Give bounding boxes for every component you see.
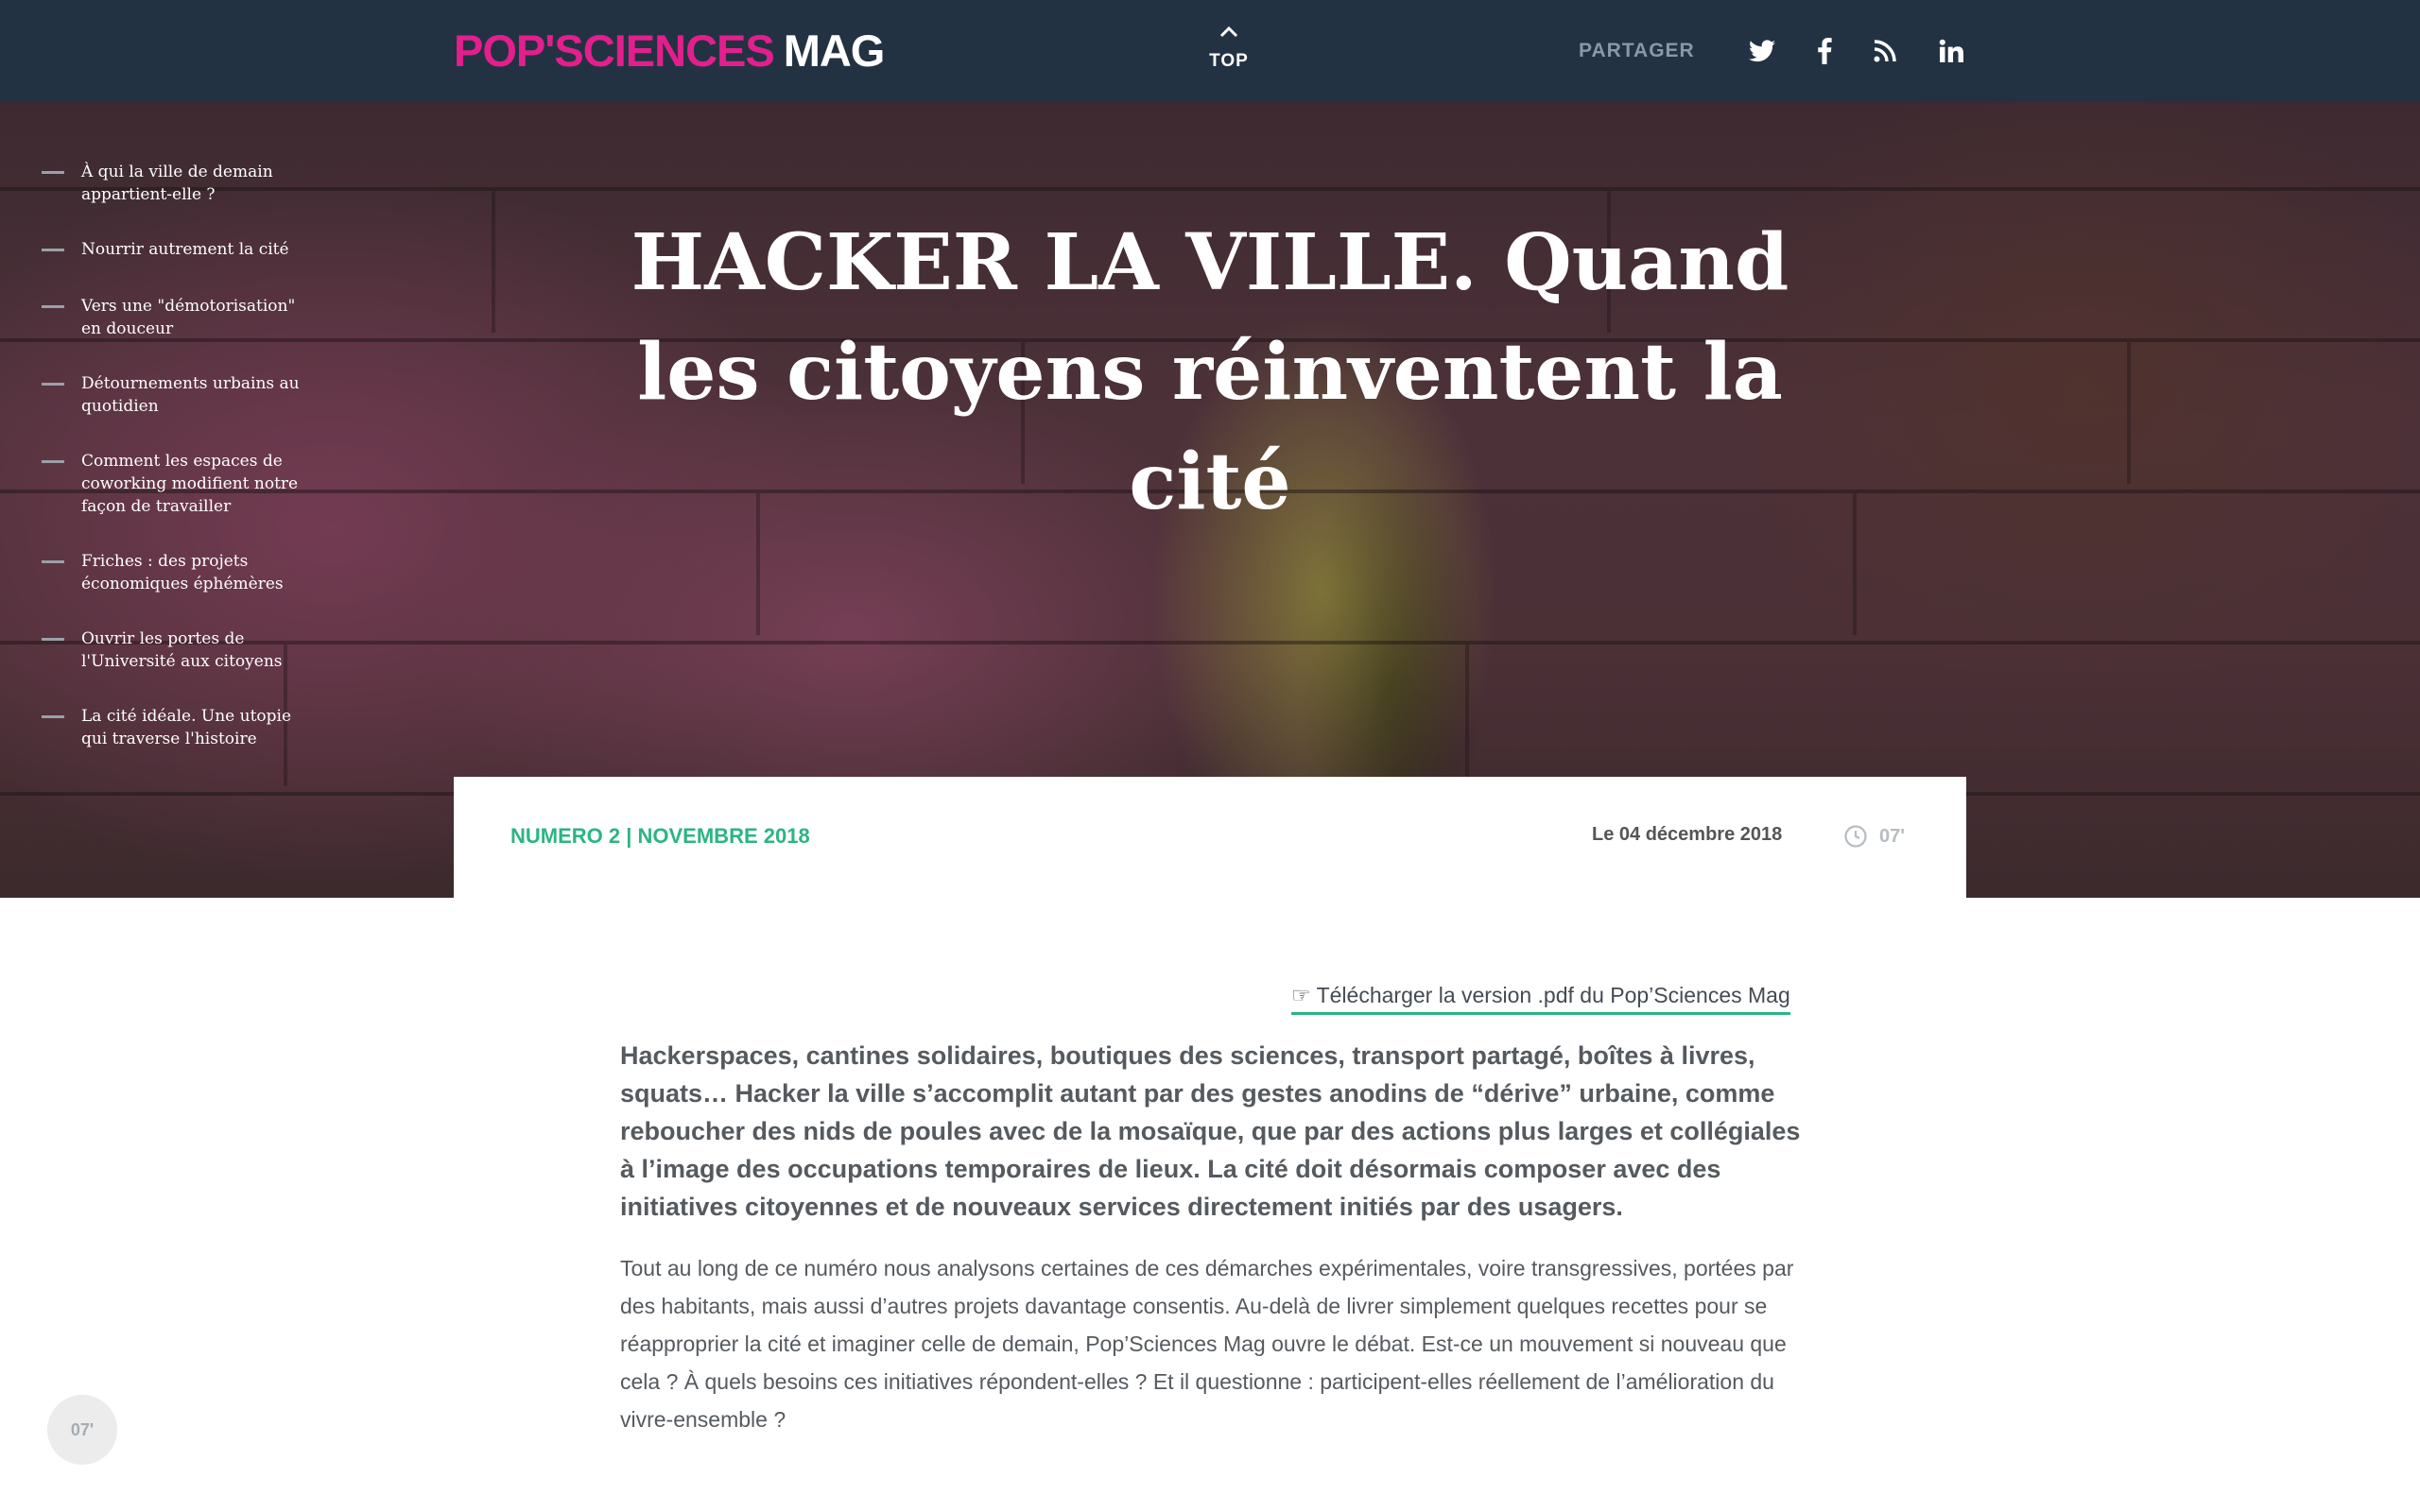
issue-label: NUMERO 2 | NOVEMBRE 2018 xyxy=(510,824,810,848)
top-navigation-bar: POP'SCIENCES MAG TOP PARTAGER xyxy=(0,0,2420,102)
share-label: PARTAGER xyxy=(1579,40,1695,61)
reading-time: 07' xyxy=(1879,826,1906,847)
article-meta-card: NUMERO 2 | NOVEMBRE 2018 Le 04 décembre … xyxy=(454,777,1966,898)
toc-item-label: Friches : des projets économiques éphémè… xyxy=(81,552,284,593)
site-logo[interactable]: POP'SCIENCES MAG xyxy=(454,25,886,77)
toc-item[interactable]: Comment les espaces de coworking modifie… xyxy=(42,450,306,518)
toc-item-label: À qui la ville de demain appartient-elle… xyxy=(81,163,273,204)
twitter-share-button[interactable] xyxy=(1745,34,1779,68)
dash-icon xyxy=(42,560,64,563)
hero-texture-joint xyxy=(1853,493,1857,635)
hero-texture-line xyxy=(0,187,2420,191)
toc-item-label: Vers une "démotorisation" en douceur xyxy=(81,297,296,338)
facebook-icon xyxy=(1817,38,1832,64)
twitter-icon xyxy=(1749,40,1775,62)
toc-item-label: Comment les espaces de coworking modifie… xyxy=(81,452,299,516)
table-of-contents: À qui la ville de demain appartient-elle… xyxy=(42,161,306,750)
toc-item[interactable]: Friches : des projets économiques éphémè… xyxy=(42,550,306,595)
linkedin-share-button[interactable] xyxy=(1934,34,1968,68)
dash-icon xyxy=(42,249,64,251)
hero-texture-joint xyxy=(492,191,495,333)
dash-icon xyxy=(42,305,64,308)
rss-feed-button[interactable] xyxy=(1868,34,1902,68)
toc-item-label: Détournements urbains au quotidien xyxy=(81,374,300,416)
logo-mag-text: MAG xyxy=(783,26,886,76)
article-lead: Hackerspaces, cantines solidaires, bouti… xyxy=(620,1041,1801,1221)
floating-reading-time: 07' xyxy=(70,1419,95,1439)
download-pdf-link[interactable]: ☞ Télécharger la version .pdf du Pop’Sci… xyxy=(1291,983,1790,1015)
dash-icon xyxy=(42,460,64,463)
clock-icon xyxy=(1843,824,1868,849)
toc-item-label: La cité idéale. Une utopie qui traverse … xyxy=(81,707,292,748)
dash-icon xyxy=(42,383,64,386)
chevron-up-icon xyxy=(1191,25,1267,45)
toc-item[interactable]: Nourrir autrement la cité xyxy=(42,238,306,261)
hero-texture-line xyxy=(0,641,2420,644)
facebook-share-button[interactable] xyxy=(1807,34,1841,68)
dash-icon xyxy=(42,171,64,174)
floating-reading-time-badge: 07' xyxy=(47,1395,117,1465)
top-label: TOP xyxy=(1209,51,1249,71)
toc-item-label: Nourrir autrement la cité xyxy=(81,240,289,259)
toc-item[interactable]: Vers une "démotorisation" en douceur xyxy=(42,295,306,340)
logo-pop-text: POP'SCIENCES xyxy=(454,26,775,76)
hero-texture-joint xyxy=(2127,342,2131,484)
dash-icon xyxy=(42,638,64,641)
toc-item[interactable]: À qui la ville de demain appartient-elle… xyxy=(42,161,306,206)
publish-date: Le 04 décembre 2018 xyxy=(1592,824,1783,845)
hero-texture-joint xyxy=(1465,644,1469,786)
article-body: Tout au long de ce numéro nous analysons… xyxy=(620,1256,1794,1432)
dash-icon xyxy=(42,715,64,718)
rss-icon xyxy=(1874,40,1896,62)
toc-item[interactable]: Détournements urbains au quotidien xyxy=(42,372,306,418)
article-title: HACKER LA VILLE. Quand les citoyens réin… xyxy=(631,217,1789,527)
linkedin-icon xyxy=(1939,39,1963,63)
scroll-to-top-button[interactable]: TOP xyxy=(1191,21,1267,77)
toc-item-label: Ouvrir les portes de l'Université aux ci… xyxy=(81,629,283,671)
toc-item[interactable]: La cité idéale. Une utopie qui traverse … xyxy=(42,705,306,750)
toc-item[interactable]: Ouvrir les portes de l'Université aux ci… xyxy=(42,627,306,673)
